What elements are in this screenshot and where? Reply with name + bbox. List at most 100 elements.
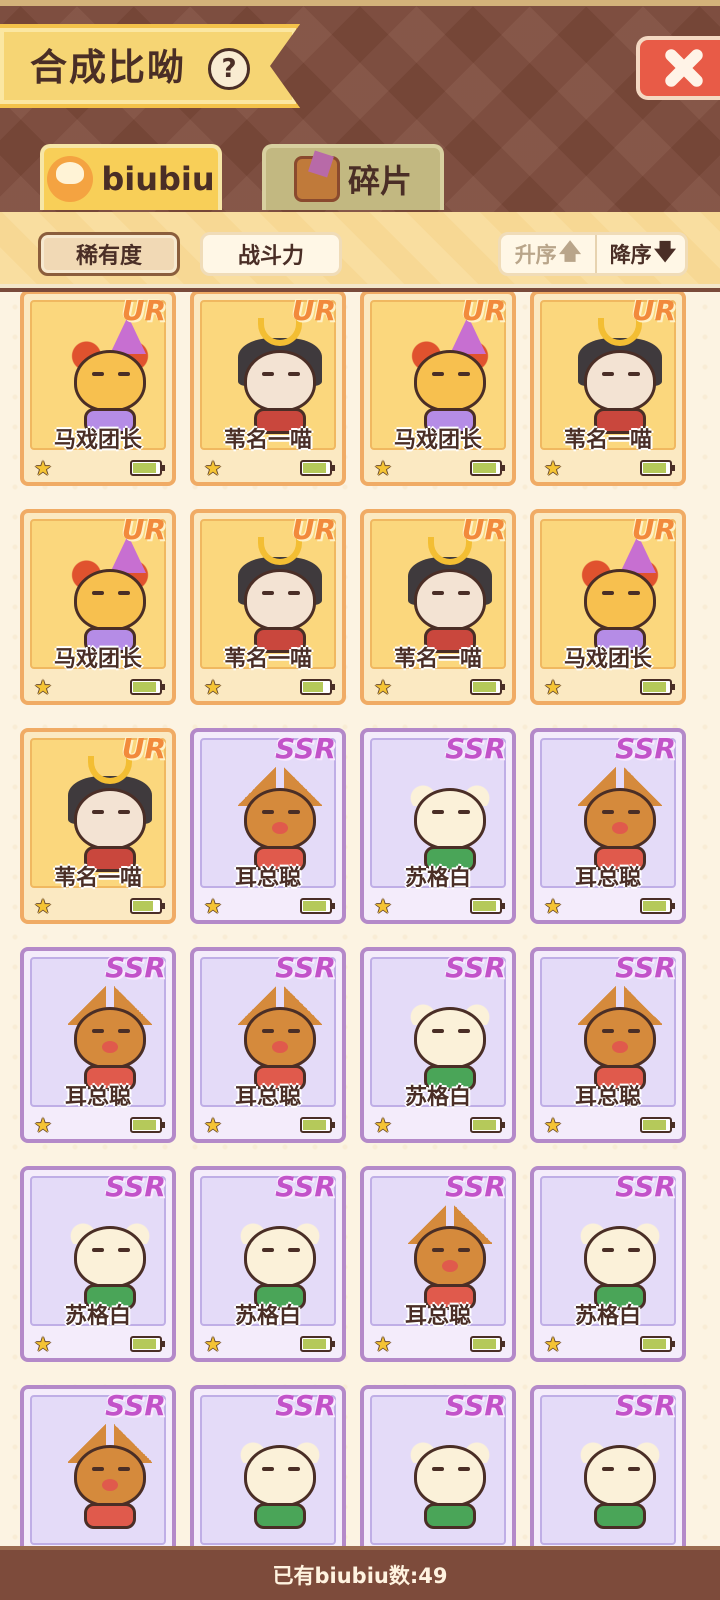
rarity-badge: UR [121, 294, 166, 327]
rarity-badge: SSR [445, 1389, 506, 1422]
character-card[interactable]: SSR 耳总聪 ★ [530, 947, 686, 1143]
character-card[interactable]: UR 苇名一喵 ★ [190, 509, 346, 705]
circus-cat-icon [62, 535, 158, 653]
cat-icon [47, 156, 94, 202]
character-card[interactable]: SSR 苏格白 ★ [360, 728, 516, 924]
help-button[interactable]: ? [208, 48, 250, 90]
character-card[interactable]: UR 马戏团长 ★ [530, 509, 686, 705]
tab-fragments[interactable]: 碎片 [262, 144, 444, 210]
rarity-badge: UR [631, 294, 676, 327]
rarity-badge: SSR [615, 951, 676, 984]
rarity-badge: SSR [105, 1389, 166, 1422]
rarity-badge: UR [121, 732, 166, 765]
battery-icon [300, 1117, 335, 1133]
character-card[interactable]: UR 苇名一喵 ★ [360, 509, 516, 705]
character-card[interactable]: SSR★ [20, 1385, 176, 1546]
character-card[interactable]: SSR★ [530, 1385, 686, 1546]
character-card[interactable]: SSR 苏格白 ★ [20, 1166, 176, 1362]
ascending-button[interactable]: 升序 🡅 [501, 235, 595, 273]
sort-rarity-button[interactable]: 稀有度 [38, 232, 180, 276]
samurai-cat-icon [232, 537, 328, 653]
character-card[interactable]: SSR 耳总聪 ★ [20, 947, 176, 1143]
battery-icon [470, 1117, 505, 1133]
character-card[interactable]: SSR★ [360, 1385, 516, 1546]
descending-button[interactable]: 降序 🡇 [595, 235, 689, 273]
battery-icon [130, 679, 165, 695]
character-card[interactable]: UR 马戏团长 ★ [20, 292, 176, 486]
star-icon: ★ [374, 894, 392, 918]
card-name: 苇名一喵 [223, 647, 312, 672]
character-card[interactable]: SSR 耳总聪 ★ [530, 728, 686, 924]
battery-level [643, 1120, 666, 1130]
character-card[interactable]: SSR★ [190, 1385, 346, 1546]
card-name: 苏格白 [404, 1085, 471, 1110]
star-icon: ★ [204, 1113, 222, 1137]
character-card[interactable]: UR 苇名一喵 ★ [530, 292, 686, 486]
battery-level [473, 1339, 496, 1349]
card-name: 耳总聪 [64, 1085, 131, 1110]
rarity-badge: SSR [615, 1389, 676, 1422]
card-name: 苇名一喵 [53, 866, 142, 891]
serval-cat-icon [232, 760, 328, 872]
battery-icon [300, 679, 335, 695]
star-icon: ★ [374, 1113, 392, 1137]
character-card[interactable]: UR 苇名一喵 ★ [20, 728, 176, 924]
rarity-badge: UR [461, 294, 506, 327]
character-card[interactable]: SSR 苏格白 ★ [360, 947, 516, 1143]
biubiu-grid[interactable]: UR 马戏团长 ★ UR 苇名一喵 ★ UR 马戏团长 ★ UR 苇名一喵 ★ UR 马戏团长 ★ UR 苇名一… [0, 292, 720, 1546]
star-icon: ★ [374, 1332, 392, 1356]
samurai-cat-icon [232, 318, 328, 434]
tab-biubiu-label: biubiu [101, 160, 215, 198]
rarity-badge: UR [291, 513, 336, 546]
character-card[interactable]: SSR 耳总聪 ★ [190, 947, 346, 1143]
serval-cat-icon [232, 979, 328, 1091]
card-name: 苇名一喵 [223, 428, 312, 453]
battery-icon [130, 1117, 165, 1133]
character-card[interactable]: UR 马戏团长 ★ [20, 509, 176, 705]
card-name: 马戏团长 [53, 428, 142, 453]
character-card[interactable]: SSR 苏格白 ★ [190, 1166, 346, 1362]
card-name: 耳总聪 [574, 866, 641, 891]
descending-label: 降序 [609, 243, 652, 267]
battery-icon [130, 460, 165, 476]
star-icon: ★ [544, 894, 562, 918]
battery-level [133, 463, 156, 473]
character-card[interactable]: SSR 耳总聪 ★ [190, 728, 346, 924]
star-icon: ★ [34, 894, 52, 918]
arrow-up-icon: 🡅 [558, 240, 582, 265]
rarity-badge: SSR [105, 1170, 166, 1203]
character-card[interactable]: UR 苇名一喵 ★ [190, 292, 346, 486]
scottish-cat-icon [402, 979, 498, 1091]
character-card[interactable]: SSR 苏格白 ★ [530, 1166, 686, 1362]
star-icon: ★ [34, 675, 52, 699]
battery-icon [300, 460, 335, 476]
star-icon: ★ [34, 456, 52, 480]
card-name: 苇名一喵 [393, 647, 482, 672]
circus-cat-icon [62, 316, 158, 434]
rarity-badge: UR [291, 294, 336, 327]
scottish-cat-icon [402, 1417, 498, 1529]
close-button[interactable] [636, 36, 720, 100]
star-icon: ★ [204, 894, 222, 918]
serval-cat-icon [62, 979, 158, 1091]
battery-level [643, 1339, 666, 1349]
character-card[interactable]: SSR 耳总聪 ★ [360, 1166, 516, 1362]
serval-cat-icon [62, 1417, 158, 1529]
star-icon: ★ [374, 456, 392, 480]
card-name: 马戏团长 [563, 647, 652, 672]
battery-level [473, 1120, 496, 1130]
card-name: 马戏团长 [393, 428, 482, 453]
sort-power-button[interactable]: 战斗力 [200, 232, 342, 276]
rarity-badge: SSR [275, 1389, 336, 1422]
tab-biubiu[interactable]: biubiu [40, 144, 222, 210]
character-card[interactable]: UR 马戏团长 ★ [360, 292, 516, 486]
battery-icon [130, 1336, 165, 1352]
battery-icon [130, 898, 165, 914]
fragment-icon [293, 156, 340, 202]
scottish-cat-icon [62, 1198, 158, 1310]
arrow-down-icon: 🡇 [653, 240, 677, 265]
scottish-cat-icon [572, 1417, 668, 1529]
card-name: 苇名一喵 [563, 428, 652, 453]
scottish-cat-icon [572, 1198, 668, 1310]
battery-icon [300, 898, 335, 914]
